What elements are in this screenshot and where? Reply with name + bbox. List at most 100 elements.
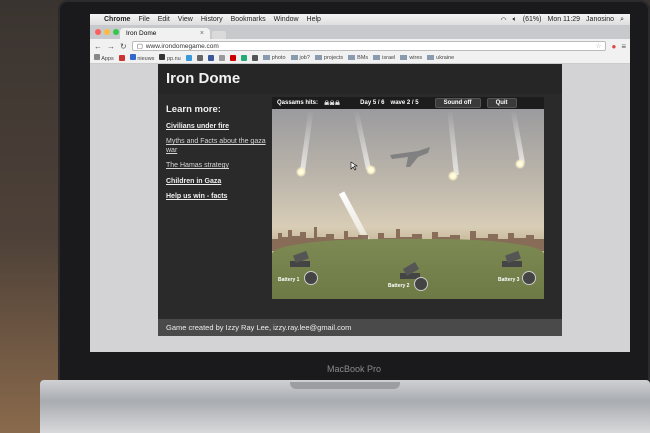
bookmark-favicon[interactable] [229, 55, 236, 61]
bookmark-nieuws[interactable]: nieuws [129, 54, 154, 62]
battle-scene[interactable]: Battery 1 Battery 2 Battery 3 [272, 109, 544, 299]
wifi-icon[interactable]: ◠ [500, 16, 506, 24]
rocket-glow [366, 165, 376, 175]
url-text: www.irondomegame.com [145, 42, 219, 50]
link-children-gaza[interactable]: Children in Gaza [166, 178, 266, 186]
launcher-icon [502, 250, 522, 267]
site-container: Iron Dome Learn more: Civilians under fi… [158, 64, 562, 336]
tab-strip: Iron Dome × [90, 25, 630, 39]
folder-icon [400, 55, 408, 61]
mouse-cursor-icon [350, 161, 358, 171]
folder-icon [262, 55, 270, 61]
bookmark-favicon[interactable] [251, 55, 258, 61]
rocket-glow [515, 159, 525, 169]
screen: Chrome File Edit View History Bookmarks … [90, 14, 630, 352]
site-title: Iron Dome [158, 64, 562, 94]
close-tab-icon[interactable]: × [200, 30, 204, 37]
battery-1-ammo[interactable] [304, 271, 318, 285]
bookmark-favicon [159, 54, 166, 60]
bookmark-star-icon[interactable]: ☆ [596, 42, 602, 50]
bookmark-wires[interactable]: wires [400, 55, 422, 61]
search-icon[interactable]: ⌕ [620, 16, 624, 24]
rocket-trail [510, 109, 525, 164]
hits-label: Qassams hits: [277, 100, 319, 106]
battery-3-ammo[interactable] [522, 271, 536, 285]
battery-3-label: Battery 3 [498, 277, 520, 283]
bookmark-favicon[interactable] [240, 55, 247, 61]
bookmark-projects[interactable]: projects [314, 55, 343, 61]
gmail-icon[interactable] [118, 55, 125, 61]
page-icon: ▢ [136, 43, 143, 50]
quit-button[interactable]: Quit [486, 98, 517, 108]
folder-icon [290, 55, 298, 61]
extension-icon[interactable]: ● [611, 42, 616, 51]
aircraft-icon [390, 147, 430, 167]
link-civilians[interactable]: Civilians under fire [166, 123, 266, 131]
facebook-icon[interactable] [207, 55, 214, 61]
battery-status[interactable]: (61%) [523, 16, 542, 23]
hits-icons: ☠☠☠ [324, 100, 341, 107]
menu-view[interactable]: View [178, 16, 193, 23]
link-help-us-win[interactable]: Help us win - facts [166, 193, 266, 201]
battery-2-ammo[interactable] [414, 277, 428, 291]
rocket-trail [447, 109, 459, 176]
sidebar-heading: Learn more: [166, 104, 221, 115]
game-canvas[interactable]: Qassams hits: ☠☠☠ Day 5 / 6 wave 2 / 5 S… [272, 97, 544, 299]
learn-more-sidebar: Learn more: Civilians under fire Myths a… [166, 104, 266, 208]
sound-off-button[interactable]: Sound off [434, 98, 481, 108]
page-viewport: Iron Dome Learn more: Civilians under fi… [90, 64, 630, 352]
menu-app-name[interactable]: Chrome [104, 16, 130, 23]
address-bar[interactable]: ▢ www.irondomegame.com ☆ [131, 41, 607, 51]
new-tab-button[interactable] [212, 31, 226, 39]
close-window-icon[interactable] [95, 29, 101, 35]
link-myths-facts[interactable]: Myths and Facts about the gaza war [166, 138, 266, 155]
back-icon[interactable]: ← [94, 42, 102, 51]
game-hud: Qassams hits: ☠☠☠ Day 5 / 6 wave 2 / 5 S… [272, 97, 544, 109]
menu-bookmarks[interactable]: Bookmarks [231, 16, 266, 23]
rocket-trail [300, 109, 314, 172]
bookmark-bms[interactable]: BMs [348, 55, 368, 61]
rocket-glow [448, 171, 458, 181]
bookmarks-bar: Apps nieuws pp.nu photo job? projects BM… [90, 53, 630, 64]
bookmark-photo[interactable]: photo [262, 55, 286, 61]
menu-help[interactable]: Help [307, 16, 321, 23]
folder-icon [348, 55, 356, 61]
bookmark-favicon[interactable] [218, 55, 225, 61]
zoom-window-icon[interactable] [113, 29, 119, 35]
bookmark-apps[interactable]: Apps [94, 54, 114, 62]
menu-file[interactable]: File [138, 16, 149, 23]
bookmark-ukraine[interactable]: ukraine [427, 55, 454, 61]
user-name[interactable]: Janosino [586, 16, 614, 23]
browser-toolbar: ← → ↻ ▢ www.irondomegame.com ☆ ● ≡ [90, 39, 630, 53]
mac-menubar: Chrome File Edit View History Bookmarks … [90, 14, 630, 25]
clock[interactable]: Mon 11:29 [547, 16, 580, 23]
folder-icon [314, 55, 322, 61]
link-hamas-strategy[interactable]: The Hamas strategy [166, 162, 266, 170]
tab-iron-dome[interactable]: Iron Dome × [120, 28, 210, 39]
reload-icon[interactable]: ↻ [120, 42, 127, 51]
site-footer: Game created by Izzy Ray Lee, izzy.ray.l… [158, 319, 562, 336]
bookmark-favicon[interactable] [196, 55, 203, 61]
battery-1-label: Battery 1 [278, 277, 300, 283]
folder-icon [427, 55, 435, 61]
bookmark-israel[interactable]: israel [373, 55, 395, 61]
laptop-base [40, 380, 650, 433]
apps-icon [94, 54, 100, 60]
menu-window[interactable]: Window [274, 16, 299, 23]
rocket-glow [296, 167, 306, 177]
menu-history[interactable]: History [201, 16, 223, 23]
bookmark-ppnu[interactable]: pp.nu [159, 54, 181, 62]
menu-icon[interactable]: ≡ [621, 42, 626, 51]
minimize-window-icon[interactable] [104, 29, 110, 35]
wave-counter: wave 2 / 5 [390, 100, 419, 106]
lid-notch [290, 382, 400, 389]
launcher-icon [290, 250, 310, 267]
bookmark-job[interactable]: job? [290, 55, 310, 61]
tab-title: Iron Dome [126, 30, 157, 37]
bookmark-favicon [129, 54, 136, 60]
forward-icon[interactable]: → [107, 42, 115, 51]
battery-2-label: Battery 2 [388, 283, 410, 289]
volume-icon[interactable]: 🔈︎ [513, 16, 517, 24]
twitter-icon[interactable] [185, 55, 192, 61]
menu-edit[interactable]: Edit [158, 16, 170, 23]
